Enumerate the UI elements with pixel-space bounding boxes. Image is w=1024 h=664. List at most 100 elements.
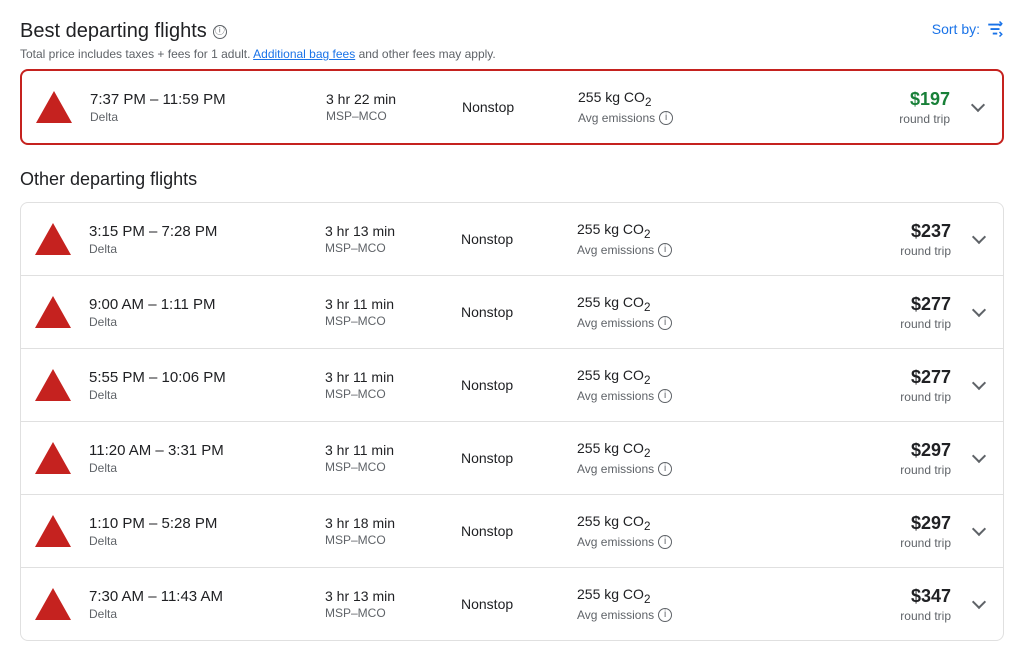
best-flight-section: 7:37 PM – 11:59 PM Delta 3 hr 22 min MSP… bbox=[20, 69, 1004, 145]
best-flight-emissions-col: 255 kg CO2 Avg emissions i bbox=[578, 89, 834, 125]
flight-expand-button[interactable] bbox=[967, 528, 991, 534]
flight-expand-button[interactable] bbox=[967, 236, 991, 242]
other-section-title: Other departing flights bbox=[20, 169, 1004, 190]
flight-row[interactable]: 9:00 AM – 1:11 PM Delta 3 hr 11 min MSP–… bbox=[21, 276, 1003, 349]
flight-price: $277 bbox=[851, 367, 951, 388]
flight-duration: 3 hr 13 min bbox=[325, 588, 445, 604]
flight-emissions: 255 kg CO2 bbox=[577, 440, 835, 460]
flight-price: $297 bbox=[851, 513, 951, 534]
emissions-info-icon[interactable]: i bbox=[659, 111, 673, 125]
flight-price: $237 bbox=[851, 221, 951, 242]
flight-airline: Delta bbox=[89, 534, 309, 548]
best-flight-price-sub: round trip bbox=[850, 112, 950, 126]
flight-time-col: 3:15 PM – 7:28 PM Delta bbox=[89, 223, 309, 256]
flight-duration-col: 3 hr 13 min MSP–MCO bbox=[325, 588, 445, 620]
flight-expand-button[interactable] bbox=[967, 309, 991, 315]
flight-price-sub: round trip bbox=[851, 244, 951, 258]
delta-logo-triangle bbox=[35, 296, 71, 328]
flight-stops: Nonstop bbox=[461, 304, 561, 320]
flight-price: $277 bbox=[851, 294, 951, 315]
flights-list: 3:15 PM – 7:28 PM Delta 3 hr 13 min MSP–… bbox=[20, 202, 1004, 641]
sort-by-control[interactable]: Sort by: bbox=[932, 20, 1004, 38]
page-header: Best departing flights ⓘ Total price inc… bbox=[20, 20, 1004, 61]
flight-row[interactable]: 5:55 PM – 10:06 PM Delta 3 hr 11 min MSP… bbox=[21, 349, 1003, 422]
emissions-info-icon[interactable]: i bbox=[658, 608, 672, 622]
best-flight-expand[interactable] bbox=[966, 104, 990, 110]
flight-emissions: 255 kg CO2 bbox=[577, 367, 835, 387]
flight-time: 1:10 PM – 5:28 PM bbox=[89, 515, 309, 532]
emissions-info-icon[interactable]: i bbox=[658, 462, 672, 476]
best-flight-airline-logo bbox=[34, 87, 74, 127]
flight-duration-col: 3 hr 11 min MSP–MCO bbox=[325, 442, 445, 474]
best-flight-time: 7:37 PM – 11:59 PM bbox=[90, 91, 310, 108]
emissions-info-icon[interactable]: i bbox=[658, 243, 672, 257]
best-flight-route: MSP–MCO bbox=[326, 109, 446, 123]
flight-duration: 3 hr 11 min bbox=[325, 442, 445, 458]
flight-route: MSP–MCO bbox=[325, 387, 445, 401]
flight-emissions: 255 kg CO2 bbox=[577, 221, 835, 241]
best-flight-duration: 3 hr 22 min bbox=[326, 91, 446, 107]
flight-time-col: 9:00 AM – 1:11 PM Delta bbox=[89, 296, 309, 329]
sort-icon bbox=[986, 20, 1004, 38]
airline-logo bbox=[33, 365, 73, 405]
flight-route: MSP–MCO bbox=[325, 533, 445, 547]
flight-duration: 3 hr 18 min bbox=[325, 515, 445, 531]
subtitle: Total price includes taxes + fees for 1 … bbox=[20, 47, 496, 61]
flight-time: 7:30 AM – 11:43 AM bbox=[89, 588, 309, 605]
airline-logo bbox=[33, 219, 73, 259]
flight-emissions-col: 255 kg CO2 Avg emissions i bbox=[577, 221, 835, 257]
best-flight-stops: Nonstop bbox=[462, 99, 562, 115]
best-flight-emissions-sub: Avg emissions i bbox=[578, 111, 834, 125]
delta-logo-triangle bbox=[35, 442, 71, 474]
flight-expand-button[interactable] bbox=[967, 601, 991, 607]
flight-airline: Delta bbox=[89, 461, 309, 475]
chevron-down-icon bbox=[972, 303, 986, 317]
flight-duration: 3 hr 11 min bbox=[325, 296, 445, 312]
flight-emissions-col: 255 kg CO2 Avg emissions i bbox=[577, 440, 835, 476]
flight-row[interactable]: 11:20 AM – 3:31 PM Delta 3 hr 11 min MSP… bbox=[21, 422, 1003, 495]
flight-airline: Delta bbox=[89, 242, 309, 256]
best-flight-time-col: 7:37 PM – 11:59 PM Delta bbox=[90, 91, 310, 124]
flight-row[interactable]: 1:10 PM – 5:28 PM Delta 3 hr 18 min MSP–… bbox=[21, 495, 1003, 568]
sort-label: Sort by: bbox=[932, 21, 980, 37]
flight-row[interactable]: 3:15 PM – 7:28 PM Delta 3 hr 13 min MSP–… bbox=[21, 203, 1003, 276]
other-flights-section: Other departing flights 3:15 PM – 7:28 P… bbox=[20, 169, 1004, 641]
flight-stops: Nonstop bbox=[461, 596, 561, 612]
emissions-info-icon[interactable]: i bbox=[658, 535, 672, 549]
chevron-down-icon bbox=[972, 449, 986, 463]
best-flight-duration-col: 3 hr 22 min MSP–MCO bbox=[326, 91, 446, 123]
delta-logo-triangle bbox=[35, 369, 71, 401]
emissions-info-icon[interactable]: i bbox=[658, 316, 672, 330]
flight-row[interactable]: 7:30 AM – 11:43 AM Delta 3 hr 13 min MSP… bbox=[21, 568, 1003, 640]
flight-stops: Nonstop bbox=[461, 231, 561, 247]
flight-price-col: $347 round trip bbox=[851, 586, 951, 623]
flight-emissions-sub: Avg emissions i bbox=[577, 608, 835, 622]
flight-expand-button[interactable] bbox=[967, 455, 991, 461]
best-flight-price: $197 bbox=[850, 89, 950, 110]
chevron-down-icon bbox=[972, 376, 986, 390]
flight-route: MSP–MCO bbox=[325, 606, 445, 620]
flight-emissions-sub: Avg emissions i bbox=[577, 243, 835, 257]
flight-airline: Delta bbox=[89, 607, 309, 621]
best-flight-card[interactable]: 7:37 PM – 11:59 PM Delta 3 hr 22 min MSP… bbox=[20, 69, 1004, 145]
flight-emissions-col: 255 kg CO2 Avg emissions i bbox=[577, 294, 835, 330]
flight-price-col: $297 round trip bbox=[851, 513, 951, 550]
header-left: Best departing flights ⓘ Total price inc… bbox=[20, 20, 496, 61]
best-flight-emissions: 255 kg CO2 bbox=[578, 89, 834, 109]
flight-emissions-sub: Avg emissions i bbox=[577, 389, 835, 403]
title-info-icon[interactable]: ⓘ bbox=[213, 25, 227, 39]
flight-airline: Delta bbox=[89, 388, 309, 402]
flight-emissions: 255 kg CO2 bbox=[577, 513, 835, 533]
airline-logo bbox=[33, 292, 73, 332]
flight-stops: Nonstop bbox=[461, 377, 561, 393]
delta-logo-triangle bbox=[35, 588, 71, 620]
chevron-down-icon bbox=[971, 98, 985, 112]
chevron-down-icon bbox=[972, 522, 986, 536]
delta-logo-triangle bbox=[35, 223, 71, 255]
bag-fees-link[interactable]: Additional bag fees bbox=[253, 47, 355, 61]
flight-emissions-sub: Avg emissions i bbox=[577, 462, 835, 476]
flight-expand-button[interactable] bbox=[967, 382, 991, 388]
flight-price-sub: round trip bbox=[851, 317, 951, 331]
emissions-info-icon[interactable]: i bbox=[658, 389, 672, 403]
delta-logo-triangle bbox=[36, 91, 72, 123]
